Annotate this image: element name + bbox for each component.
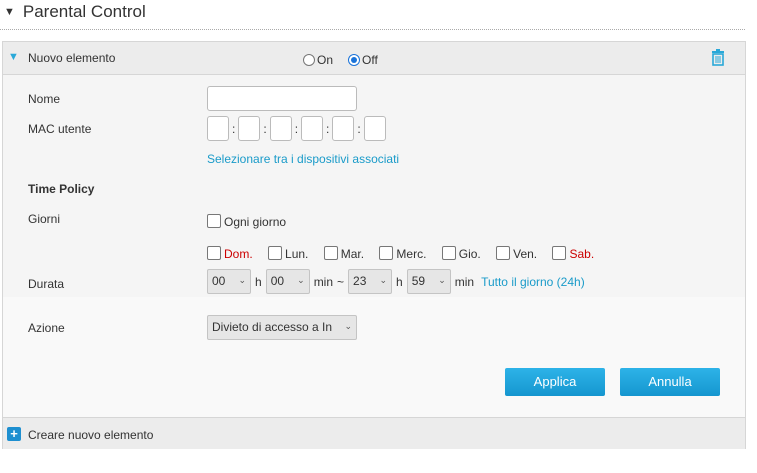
- duration-controls: 00 ⌄ h 00 ⌄ min ~ 23 ⌄ h 59 ⌄ min Tutto il g…: [207, 269, 585, 294]
- plus-icon[interactable]: +: [7, 427, 21, 441]
- mac-octet-input[interactable]: [363, 116, 386, 141]
- start-hour-select[interactable]: 00 ⌄: [207, 269, 251, 294]
- name-label: Nome: [28, 92, 61, 106]
- day-checkbox-sat[interactable]: Sab.: [552, 246, 594, 261]
- name-input[interactable]: [207, 86, 357, 111]
- action-label: Azione: [28, 321, 65, 335]
- mac-octet-input[interactable]: [269, 116, 292, 141]
- divider: [0, 29, 745, 30]
- collapse-triangle-icon: ▼: [4, 6, 15, 18]
- end-minute-select[interactable]: 59 ⌄: [406, 269, 451, 294]
- mac-octet-input[interactable]: [332, 116, 355, 141]
- mac-label: MAC utente: [28, 122, 92, 136]
- create-new-row[interactable]: + Creare nuovo elemento: [3, 417, 745, 449]
- mac-octet-input[interactable]: [238, 116, 261, 141]
- range-separator: ~: [337, 274, 345, 289]
- minute-unit: min: [454, 274, 475, 289]
- day-checkbox-wed[interactable]: Merc.: [379, 246, 426, 261]
- on-radio[interactable]: On: [303, 53, 333, 67]
- rule-header: ▼ Nuovo elemento On Off: [3, 42, 745, 75]
- action-select[interactable]: Divieto di accesso a In ⌄: [207, 315, 357, 340]
- section-title[interactable]: ▼ Parental Control: [4, 2, 146, 22]
- rule-panel: ▼ Nuovo elemento On Off Nome MAC utente …: [2, 41, 746, 449]
- mac-input-group: : : : : :: [207, 116, 386, 141]
- select-devices-link[interactable]: Selezionare tra i dispositivi associati: [207, 152, 399, 166]
- days-label: Giorni: [28, 212, 61, 226]
- every-day-checkbox[interactable]: Ogni giorno: [207, 214, 286, 229]
- day-checkbox-sun[interactable]: Dom.: [207, 246, 253, 261]
- weekday-checkboxes: Dom. Lun. Mar. Merc. Gio. Ven. Sab.: [207, 246, 606, 261]
- hour-unit: h: [255, 274, 262, 289]
- day-checkbox-mon[interactable]: Lun.: [268, 246, 308, 261]
- day-checkbox-thu[interactable]: Gio.: [441, 246, 481, 261]
- action-section: Azione Divieto di accesso a In ⌄ Applica …: [3, 297, 745, 417]
- cancel-button[interactable]: Annulla: [620, 368, 720, 396]
- duration-label: Durata: [28, 277, 65, 291]
- rule-name: Nuovo elemento: [28, 51, 116, 65]
- mac-octet-input[interactable]: [207, 116, 229, 141]
- day-checkbox-fri[interactable]: Ven.: [496, 246, 537, 261]
- day-checkbox-tue[interactable]: Mar.: [323, 246, 364, 261]
- off-radio[interactable]: Off: [348, 53, 378, 67]
- start-minute-select[interactable]: 00 ⌄: [265, 269, 310, 294]
- minute-unit: min: [313, 274, 334, 289]
- apply-button[interactable]: Applica: [505, 368, 605, 396]
- end-hour-select[interactable]: 23 ⌄: [348, 269, 393, 294]
- create-new-label[interactable]: Creare nuovo elemento: [28, 428, 153, 442]
- mac-octet-input[interactable]: [301, 116, 324, 141]
- time-policy-heading: Time Policy: [28, 182, 95, 196]
- expand-triangle-icon[interactable]: ▼: [8, 51, 19, 63]
- trash-icon[interactable]: [710, 48, 726, 66]
- hour-unit: h: [396, 274, 403, 289]
- all-day-link[interactable]: Tutto il giorno (24h): [481, 275, 585, 289]
